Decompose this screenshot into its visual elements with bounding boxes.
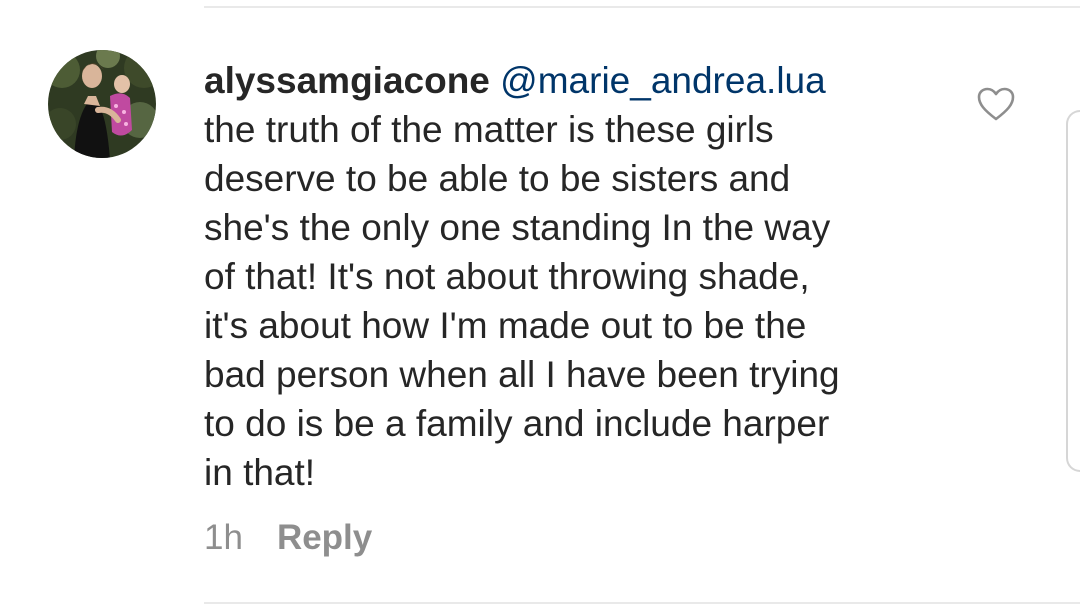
like-button[interactable]: [976, 86, 1016, 122]
comment-mention[interactable]: @marie_andrea.lua: [500, 60, 826, 101]
comment-meta: 1h Reply: [204, 515, 372, 561]
top-divider: [204, 6, 1080, 8]
comment-body: the truth of the matter is these girls d…: [204, 109, 840, 493]
comment-text: alyssamgiacone @marie_andrea.lua the tru…: [204, 56, 924, 497]
avatar[interactable]: [48, 50, 156, 158]
comment-username[interactable]: alyssamgiacone: [204, 60, 490, 101]
avatar-photo: [48, 50, 156, 158]
comment-block: alyssamgiacone @marie_andrea.lua the tru…: [204, 56, 924, 497]
side-panel-edge: [1066, 110, 1080, 472]
reply-button[interactable]: Reply: [277, 518, 372, 558]
heart-outline-icon: [977, 87, 1015, 121]
bottom-divider: [204, 602, 1080, 604]
comment-timestamp: 1h: [204, 518, 243, 557]
